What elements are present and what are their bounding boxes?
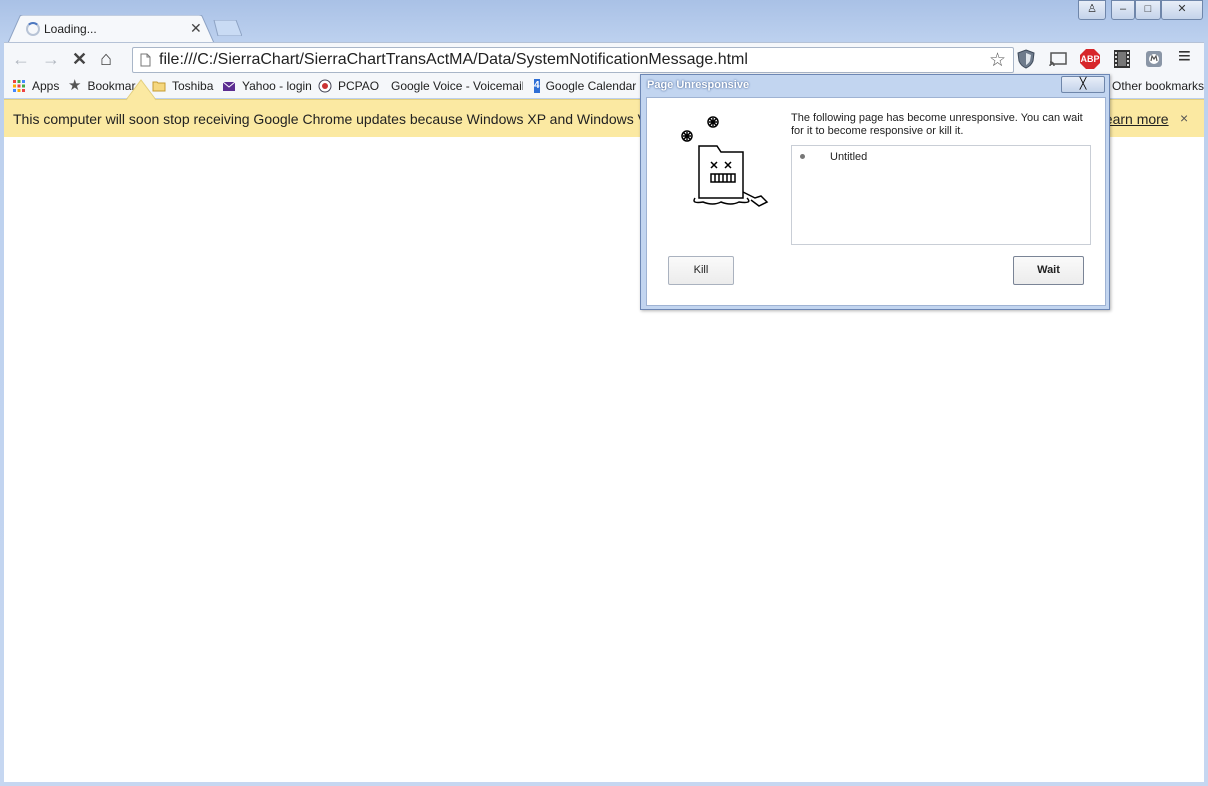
bookmark-apps[interactable]: Apps [12,79,59,93]
loading-spinner-icon [26,22,40,36]
chrome-menu-icon[interactable]: ≡ [1178,45,1191,67]
bookmark-star-icon[interactable]: ☆ [989,49,1006,72]
bookmark-yahoo-login[interactable]: Yahoo - login [222,79,312,93]
tab-close-icon[interactable]: ✕ [190,19,202,37]
apps-grid-icon [13,80,25,92]
infobar-arrow [126,79,156,101]
bookmark-label: Yahoo - login [242,79,312,93]
user-profile-button[interactable]: ♙ [1078,0,1106,20]
star-icon: ★ [68,79,82,93]
infobar-close-icon[interactable]: × [1180,110,1188,126]
bookmark-label: Apps [32,79,60,93]
bookmark-google-voice[interactable]: Google Voice - Voicemails [385,79,523,93]
page-file-icon [140,53,151,67]
yahoo-mail-icon [222,81,236,91]
browser-window: ♙ – □ ✕ Loading... ✕ ← → ✕ ⌂ file:///C:/… [0,0,1208,786]
page-unresponsive-dialog: Page Unresponsive ╳ The following page h… [640,74,1110,310]
forward-icon[interactable]: → [42,50,60,68]
tab-title: Loading... [44,22,97,36]
google-calendar-icon: 4 [534,79,540,93]
list-item[interactable]: Untitled [830,151,867,163]
film-extension-icon[interactable] [1112,49,1132,69]
address-bar[interactable]: file:///C:/SierraChart/SierraChartTransA… [132,47,1014,73]
kill-button[interactable]: Kill [668,256,734,285]
minimize-button[interactable]: – [1111,0,1135,20]
dialog-body: The following page has become unresponsi… [646,97,1106,306]
bookmark-label: Google Calendar - [545,79,642,93]
restore-button[interactable]: □ [1135,0,1161,20]
list-bullet [800,154,805,159]
new-tab-button[interactable] [212,20,242,36]
malwarebytes-extension-icon[interactable] [1144,49,1164,69]
dialog-message: The following page has become unresponsi… [791,112,1083,137]
toolbar: ← → ✕ ⌂ file:///C:/SierraChart/SierraCha… [4,42,1204,75]
info-message: This computer will soon stop receiving G… [13,111,669,127]
dialog-close-button[interactable]: ╳ [1061,76,1105,93]
frozen-folder-illustration-icon [681,116,769,207]
stop-icon[interactable]: ✕ [72,50,87,68]
bookmark-label: Google Voice - Voicemails [391,79,523,93]
bookmark-google-calendar[interactable]: 4 Google Calendar - [534,79,642,93]
bookmark-pcpao[interactable]: PCPAO [318,79,379,93]
other-bookmarks[interactable]: Other bookmarks [1112,79,1204,93]
bookmark-toshiba[interactable]: Toshiba [152,79,213,93]
bookmark-label: PCPAO [338,79,380,93]
home-icon[interactable]: ⌂ [100,49,112,69]
shield-extension-icon[interactable] [1016,49,1036,69]
cast-icon[interactable] [1048,49,1068,69]
url-text: file:///C:/SierraChart/SierraChartTransA… [159,51,748,68]
bookmark-label: Other bookmarks [1112,79,1205,93]
bookmark-label: Toshiba [172,79,214,93]
close-window-button[interactable]: ✕ [1161,0,1203,20]
wait-button[interactable]: Wait [1013,256,1084,285]
pcpao-icon [318,79,332,93]
dialog-title: Page Unresponsive [647,79,750,91]
unresponsive-pages-list[interactable]: Untitled [791,145,1091,245]
adblock-plus-icon[interactable]: ABP [1080,49,1100,69]
back-icon[interactable]: ← [12,50,30,68]
window-frame-bottom [0,782,1208,786]
